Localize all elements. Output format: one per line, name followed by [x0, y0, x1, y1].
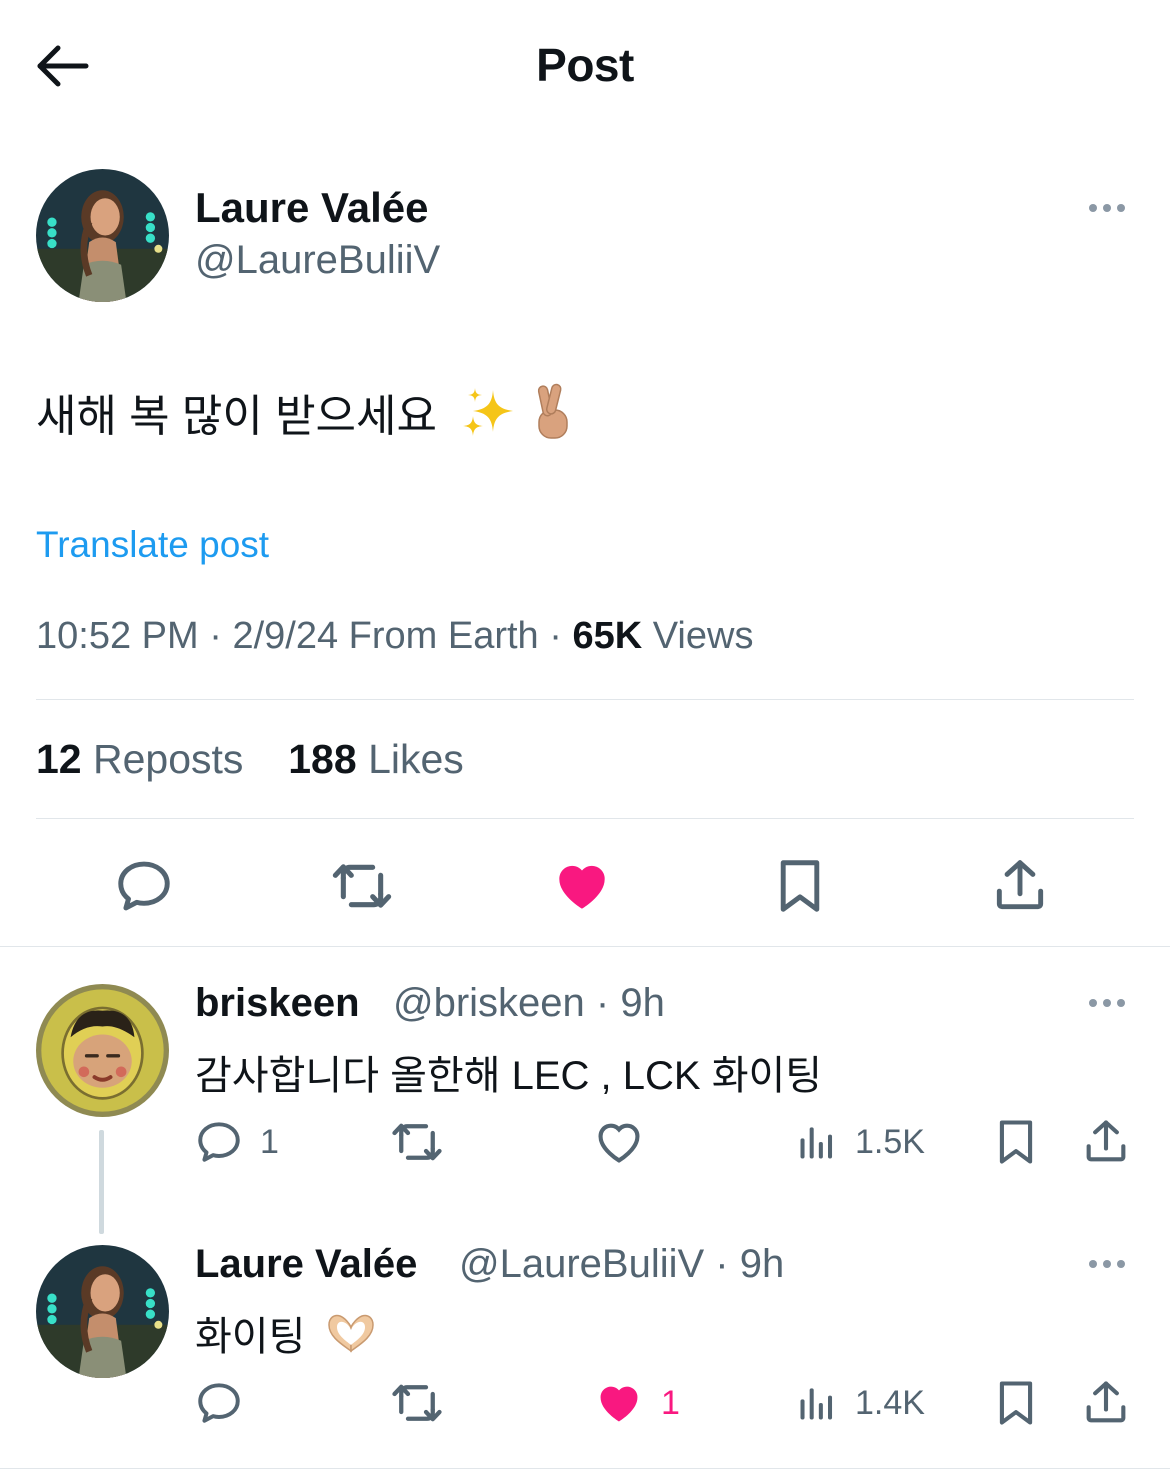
- reposts-label: Reposts: [93, 736, 244, 782]
- more-icon[interactable]: [1082, 988, 1132, 1018]
- reply-body: 화이팅: [195, 1315, 306, 1359]
- repost-icon: [390, 1115, 444, 1169]
- like-count: 1: [661, 1383, 680, 1422]
- reply-handle: @briskeen: [393, 981, 585, 1025]
- views-button[interactable]: 1.4K: [795, 1378, 925, 1428]
- reply-button[interactable]: 1: [194, 1117, 279, 1167]
- reply-handle: @LaureBuliiV: [459, 1242, 705, 1286]
- likes-count: 188: [288, 736, 357, 782]
- author-handle[interactable]: @LaureBuliiV: [195, 238, 440, 283]
- views-count: 1.4K: [855, 1383, 925, 1422]
- bookmark-icon: [769, 855, 831, 917]
- repost-button[interactable]: [330, 854, 394, 918]
- reply-button[interactable]: [112, 854, 176, 918]
- more-icon[interactable]: [1082, 1249, 1132, 1279]
- post-date: 2/9/24: [232, 615, 339, 657]
- views-icon: [795, 1381, 839, 1425]
- reply-author-meta[interactable]: @briskeen · 9h: [393, 981, 665, 1026]
- reply-author-name[interactable]: Laure Valée: [195, 1242, 417, 1287]
- page-title: Post: [536, 39, 634, 91]
- reply-icon: [194, 1117, 244, 1167]
- share-icon: [1080, 1377, 1132, 1429]
- repost-icon: [330, 854, 394, 918]
- views-button[interactable]: 1.5K: [795, 1117, 925, 1167]
- reply-button[interactable]: [194, 1378, 244, 1428]
- share-button[interactable]: [1080, 1117, 1132, 1167]
- repost-button[interactable]: [390, 1378, 444, 1428]
- share-icon: [989, 855, 1051, 917]
- divider: [36, 699, 1134, 700]
- sparkles-emoji: [463, 388, 513, 436]
- divider: [36, 818, 1134, 819]
- like-button[interactable]: 1: [593, 1378, 680, 1428]
- reply-icon: [194, 1378, 244, 1428]
- reposts-count: 12: [36, 736, 82, 782]
- heart-hands-emoji: [328, 1314, 375, 1353]
- more-icon[interactable]: [1082, 193, 1132, 223]
- reply-avatar[interactable]: [36, 1245, 169, 1378]
- bookmark-icon: [990, 1377, 1042, 1429]
- repost-icon: [390, 1376, 444, 1430]
- thread-line: [99, 1130, 104, 1234]
- post-stats: 12 Reposts 188 Likes: [36, 736, 464, 783]
- divider: [0, 1468, 1170, 1469]
- reply-author-name[interactable]: briskeen: [195, 981, 360, 1026]
- reply-avatar[interactable]: [36, 984, 169, 1117]
- likes-stat[interactable]: 188 Likes: [288, 736, 464, 782]
- share-icon: [1080, 1116, 1132, 1168]
- reply-age: 9h: [739, 1242, 785, 1286]
- reply-body: 감사합니다 올한해 LEC , LCK 화이팅: [195, 1054, 823, 1098]
- views-count: 65K: [572, 615, 643, 657]
- reply-count: 1: [260, 1122, 279, 1161]
- reply-icon: [113, 855, 175, 917]
- author-name[interactable]: Laure Valée: [195, 184, 428, 232]
- post-text: 새해 복 많이 받으세요: [36, 380, 577, 444]
- post-body: 새해 복 많이 받으세요: [36, 392, 437, 441]
- reply-author-meta[interactable]: @LaureBuliiV · 9h: [459, 1242, 784, 1287]
- like-button[interactable]: [593, 1117, 645, 1167]
- top-bar: Post: [0, 0, 1170, 130]
- bookmark-icon: [990, 1116, 1042, 1168]
- likes-label: Likes: [368, 736, 464, 782]
- crossed-fingers-emoji: [537, 383, 568, 439]
- repost-button[interactable]: [390, 1117, 444, 1167]
- reply-text: 화이팅: [195, 1304, 379, 1362]
- like-icon: [550, 854, 614, 918]
- author-avatar[interactable]: [36, 169, 169, 302]
- reply-text: 감사합니다 올한해 LEC , LCK 화이팅: [195, 1043, 822, 1101]
- divider: [0, 946, 1170, 947]
- post-time: 10:52 PM: [36, 615, 199, 657]
- share-button[interactable]: [988, 854, 1052, 918]
- views-count: 1.5K: [855, 1122, 925, 1161]
- reply-age: 9h: [620, 981, 665, 1025]
- bookmark-button[interactable]: [768, 854, 832, 918]
- views-icon: [795, 1120, 839, 1164]
- like-button[interactable]: [550, 854, 614, 918]
- like-icon: [593, 1377, 645, 1429]
- bookmark-button[interactable]: [990, 1378, 1042, 1428]
- post-meta: 10:52 PM · 2/9/24 From Earth · 65K Views: [36, 615, 754, 657]
- like-icon: [593, 1116, 645, 1168]
- reposts-stat[interactable]: 12 Reposts: [36, 736, 243, 782]
- bookmark-button[interactable]: [990, 1117, 1042, 1167]
- translate-post-link[interactable]: Translate post: [36, 524, 269, 566]
- post-source: From Earth: [348, 615, 539, 657]
- views-label: Views: [652, 615, 754, 657]
- share-button[interactable]: [1080, 1378, 1132, 1428]
